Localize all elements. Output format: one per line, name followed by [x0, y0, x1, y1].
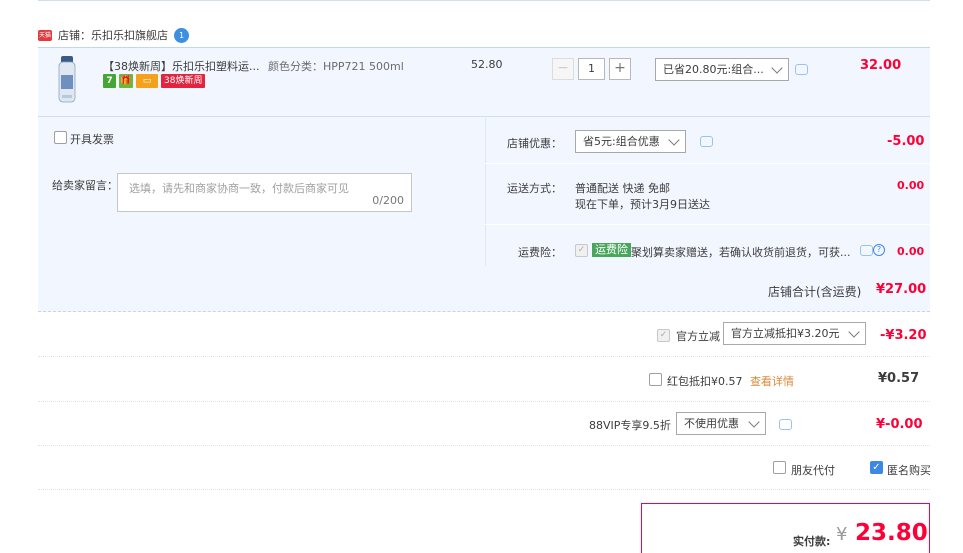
shop-discount-select-value: 省5元:组合优惠 — [583, 135, 660, 148]
delivery-label: 运送方式： — [507, 182, 562, 195]
redpacket-label: 红包抵扣¥0.57 — [667, 375, 743, 388]
product-image[interactable] — [52, 55, 82, 105]
chevron-down-icon — [748, 416, 760, 428]
chevron-down-icon — [668, 134, 680, 146]
redpacket-checkbox[interactable] — [649, 373, 662, 386]
payment-amount: 23.80 — [855, 520, 928, 546]
vip-discount-value: ¥-0.00 — [876, 417, 923, 432]
shop-total-value: ¥27.00 — [876, 282, 927, 297]
anonymous-label: 匿名购买 — [887, 464, 931, 477]
invoice-label: 开具发票 — [70, 133, 114, 146]
delivery-method: 普通配送 快递 免邮 — [575, 182, 670, 195]
shop-discount-label: 店铺优惠： — [507, 137, 562, 150]
insurance-tag: 运费险 — [592, 243, 631, 257]
qty-plus-button[interactable]: + — [609, 58, 631, 80]
message-icon[interactable] — [860, 245, 873, 256]
card-icon: ▭ — [136, 74, 158, 88]
official-discount-value: -¥3.20 — [880, 328, 927, 343]
official-discount-label: 官方立减 — [676, 330, 720, 343]
insurance-checkbox: ✓ — [575, 244, 588, 257]
vip-label: 88VIP专享9.5折 — [589, 419, 671, 432]
shop-discount-select[interactable]: 省5元:组合优惠 — [575, 130, 686, 153]
vip-discount-select[interactable]: 不使用优惠 — [676, 412, 766, 435]
promo-38-tag: 38焕新周 — [161, 74, 206, 88]
invoice-checkbox[interactable] — [54, 131, 67, 144]
official-discount-checkbox: ✓ — [657, 329, 670, 342]
official-discount-select[interactable]: 官方立减抵扣¥3.20元 — [723, 322, 866, 345]
redpacket-value: ¥0.57 — [878, 371, 920, 386]
chevron-down-icon — [771, 62, 783, 74]
unit-price: 52.80 — [471, 58, 503, 71]
shop-name-link[interactable]: 店铺：乐扣乐扣旗舰店 — [58, 27, 168, 43]
payment-currency: ¥ — [836, 524, 848, 545]
help-icon[interactable]: ? — [873, 244, 885, 256]
delivery-eta: 现在下单，预计3月9日送达 — [575, 198, 710, 211]
chevron-down-icon — [848, 326, 860, 338]
item-promo-select-value: 已省20.80元:组合... — [663, 63, 764, 76]
seller-message-field[interactable]: 选填，请先和商家协商一致，付款后商家可见 0/200 — [117, 173, 412, 212]
tmall-icon: 天猫 — [38, 29, 52, 41]
wangwang-chat-icon[interactable]: 1 — [174, 27, 189, 43]
message-char-count: 0/200 — [372, 194, 404, 207]
redpacket-details-link[interactable]: 查看详情 — [750, 373, 794, 389]
divider — [38, 445, 930, 446]
quantity-stepper: − 1 + — [552, 58, 631, 80]
item-total: 32.00 — [860, 58, 902, 73]
message-icon[interactable] — [700, 136, 713, 147]
friend-pay-label: 朋友代付 — [791, 464, 835, 477]
qty-input[interactable]: 1 — [578, 58, 605, 80]
shop-header: 天猫 店铺：乐扣乐扣旗舰店 1 — [38, 26, 189, 44]
divider — [485, 224, 930, 225]
seven-day-return-icon: 7 — [103, 74, 116, 88]
gift-icon: 🎁 — [119, 74, 133, 88]
shop-total-label: 店铺合计(含运费) — [768, 285, 862, 299]
anonymous-checkbox[interactable]: ✓ — [870, 461, 883, 474]
product-tags: 7 🎁 ▭ 38焕新周 — [103, 74, 206, 88]
divider — [38, 356, 930, 357]
vip-discount-select-value: 不使用优惠 — [684, 417, 739, 430]
divider — [485, 163, 930, 164]
product-sku: 颜色分类：HPP721 500ml — [268, 60, 404, 73]
message-label: 给卖家留言： — [52, 179, 118, 192]
message-icon[interactable] — [779, 419, 792, 430]
delivery-fee: 0.00 — [897, 179, 925, 192]
friend-pay-checkbox[interactable] — [773, 461, 786, 474]
shop-discount-value: -5.00 — [887, 134, 925, 149]
qty-minus-button[interactable]: − — [552, 58, 574, 80]
message-placeholder: 选填，请先和商家协商一致，付款后商家可见 — [129, 182, 349, 195]
divider — [38, 401, 930, 402]
payment-label: 实付款: — [793, 535, 831, 548]
insurance-label: 运费险： — [518, 246, 562, 259]
insurance-desc: 聚划算卖家赠送，若确认收货前退货，可获... — [631, 246, 851, 259]
official-discount-select-value: 官方立减抵扣¥3.20元 — [731, 327, 840, 340]
divider — [38, 489, 930, 490]
top-divider — [38, 0, 930, 1]
insurance-value: 0.00 — [897, 245, 925, 258]
product-title-link[interactable]: 【38焕新周】乐扣乐扣塑料运... — [103, 58, 260, 74]
message-icon[interactable] — [795, 64, 808, 75]
item-promo-select[interactable]: 已省20.80元:组合... — [655, 58, 789, 81]
